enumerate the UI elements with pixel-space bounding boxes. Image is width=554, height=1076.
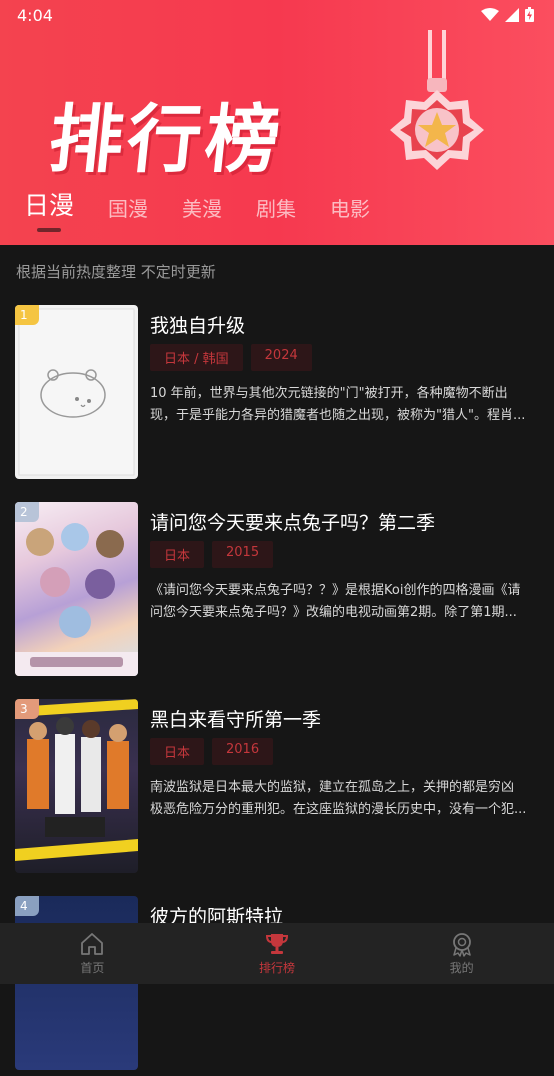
tab-cn-anime[interactable]: 国漫 (108, 193, 148, 222)
tab-label: 日漫 (24, 191, 75, 220)
description-line: 10 年前，世界与其他次元链接的"门"被打开，各种魔物不断出 (150, 386, 508, 401)
list-item[interactable]: 2 请问您今天要来点兔子吗？第二季 日本 2015 《请问您今天要来点兔子吗？？… (0, 502, 554, 682)
year-tag: 2015 (212, 541, 274, 568)
cover-artwork (15, 523, 138, 676)
battery-icon (525, 7, 534, 22)
nav-label: 我的 (449, 961, 474, 975)
description-line: 《请问您今天要来点兔子吗？？》是根据Koi创作的四格漫画《请 (150, 583, 521, 598)
region-tag: 日本 (150, 738, 205, 765)
placeholder-illustration (18, 308, 135, 476)
trophy-icon (265, 934, 288, 954)
item-tags: 日本 2016 (150, 738, 274, 765)
rank-badge: 4 (15, 896, 39, 916)
region-tag: 日本 (150, 541, 205, 568)
signal-icon (505, 7, 519, 22)
nav-home[interactable]: 首页 (32, 931, 152, 976)
tab-jp-anime[interactable]: 日漫 (24, 186, 75, 232)
cover-image[interactable]: 2 (15, 502, 138, 676)
ranking-header: 4:04 排行榜 日漫 国漫 美漫 剧集 电影 (0, 0, 554, 245)
tab-label: 美漫 (182, 197, 223, 221)
tab-label: 剧集 (256, 197, 297, 221)
status-time: 4:04 (17, 6, 53, 25)
page-title: 排行榜 (44, 97, 288, 183)
tab-movies[interactable]: 电影 (330, 193, 370, 222)
wifi-icon (481, 7, 499, 21)
item-description: 《请问您今天要来点兔子吗？？》是根据Koi创作的四格漫画《请 问您今天要来点兔子… (150, 580, 540, 624)
cover-image[interactable]: 3 (15, 699, 138, 873)
nav-profile[interactable]: 我的 (402, 931, 522, 976)
year-tag: 2024 (250, 344, 312, 371)
item-tags: 日本 2015 (150, 541, 274, 568)
list-item[interactable]: 3 黑白来看守所第一季 日本 2016 南波监狱是日本最大的监狱，建立在孤岛之上… (0, 699, 554, 879)
item-title[interactable]: 我独自升级 (150, 311, 245, 338)
nav-label: 排行榜 (258, 961, 295, 975)
item-title[interactable]: 黑白来看守所第一季 (150, 705, 321, 732)
item-description: 南波监狱是日本最大的监狱，建立在孤岛之上，关押的都是穷凶 极恶危险万分的重刑犯。… (150, 777, 540, 821)
description-line: 现，于是乎能力各异的猎魔者也随之出现，被称为"猎人"。程肖... (150, 408, 526, 423)
year-tag: 2016 (212, 738, 274, 765)
rank-badge: 2 (15, 502, 39, 522)
category-tabs: 日漫 国漫 美漫 剧集 电影 (24, 186, 404, 232)
home-icon (81, 933, 104, 955)
item-title[interactable]: 请问您今天要来点兔子吗？第二季 (150, 508, 435, 535)
profile-icon (452, 933, 471, 957)
cover-artwork (15, 699, 138, 861)
bottom-nav: 首页 排行榜 我的 (0, 923, 554, 984)
item-tags: 日本 / 韩国 2024 (150, 344, 312, 371)
cover-image[interactable]: 1 (15, 305, 138, 479)
ranking-subtitle: 根据当前热度整理 不定时更新 (16, 263, 216, 281)
status-icons (481, 7, 534, 22)
description-line: 南波监狱是日本最大的监狱，建立在孤岛之上，关押的都是穷凶 (150, 780, 515, 795)
list-item[interactable]: 1 我独自升级 日本 / 韩国 2024 10 年前，世界与其他次元链接的"门"… (0, 305, 554, 485)
status-bar: 4:04 (0, 0, 554, 32)
nav-ranking[interactable]: 排行榜 (217, 931, 337, 976)
description-line: 问您今天要来点兔子吗？》改编的电视动画第2期。除了第1期... (150, 605, 517, 620)
tab-us-comics[interactable]: 美漫 (182, 193, 222, 222)
tab-indicator (37, 228, 61, 232)
region-tag: 日本 / 韩国 (150, 344, 243, 371)
tab-label: 电影 (330, 197, 371, 221)
medal-icon (390, 30, 484, 170)
tab-label: 国漫 (108, 197, 149, 221)
rank-badge: 1 (15, 305, 39, 325)
nav-label: 首页 (80, 961, 105, 975)
rank-badge: 3 (15, 699, 39, 719)
tab-series[interactable]: 剧集 (256, 193, 296, 222)
item-description: 10 年前，世界与其他次元链接的"门"被打开，各种魔物不断出 现，于是乎能力各异… (150, 383, 540, 427)
description-line: 极恶危险万分的重刑犯。在这座监狱的漫长历史中，没有一个犯... (150, 802, 527, 817)
